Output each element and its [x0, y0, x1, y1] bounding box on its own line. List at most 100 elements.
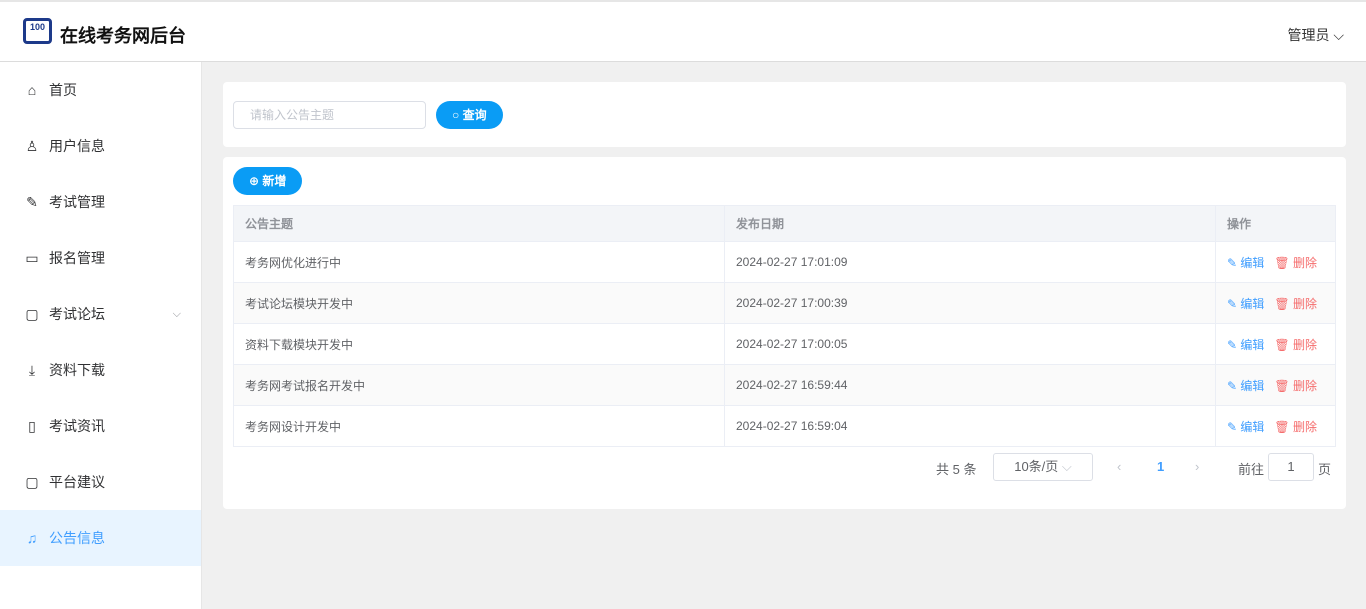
edit-icon: ✎	[1227, 255, 1238, 270]
header: 100 在线考务网后台 管理员 ⌵	[0, 0, 1366, 62]
sidebar-item[interactable]: ▯ 考试资讯	[0, 398, 201, 454]
trash-icon: 🗑	[1274, 296, 1290, 311]
table-row: 资料下载模块开发中 2024-02-27 17:00:05 ✎ 编辑 🗑 删除	[233, 323, 1336, 365]
edit-label: 编辑	[1240, 419, 1265, 434]
delete-label: 删除	[1293, 296, 1318, 311]
trash-icon: 🗑	[1274, 255, 1290, 270]
page-unit: 页	[1318, 462, 1332, 477]
delete-button[interactable]: 🗑 删除	[1274, 420, 1317, 434]
delete-button[interactable]: 🗑 删除	[1274, 297, 1317, 311]
next-page-button[interactable]: ›	[1195, 459, 1199, 474]
prev-page-button[interactable]: ‹	[1117, 459, 1121, 474]
logo-icon: 100	[23, 18, 52, 44]
edit-button[interactable]: ✎ 编辑	[1227, 256, 1264, 270]
edit-icon: ✎	[26, 193, 38, 210]
edit-button[interactable]: ✎ 编辑	[1227, 420, 1264, 434]
app-title: 在线考务网后台	[60, 26, 186, 46]
table-row: 考试论坛模块开发中 2024-02-27 17:00:39 ✎ 编辑 🗑 删除	[233, 282, 1336, 324]
current-page[interactable]: 1	[1157, 459, 1164, 474]
header-actions: 操作	[1215, 205, 1336, 242]
edit-label: 编辑	[1240, 337, 1265, 352]
trash-icon: 🗑	[1274, 419, 1290, 434]
card-icon: ▭	[25, 249, 39, 266]
edit-label: 编辑	[1240, 296, 1265, 311]
total-count: 共 5 条	[936, 462, 977, 477]
edit-button[interactable]: ✎ 编辑	[1227, 338, 1264, 352]
cell-actions: ✎ 编辑 🗑 删除	[1215, 364, 1336, 406]
user-name: 管理员	[1287, 27, 1330, 43]
sidebar-item-label: 平台建议	[49, 474, 105, 490]
cell-date: 2024-02-27 16:59:44	[724, 364, 1216, 406]
table-row: 考务网设计开发中 2024-02-27 16:59:04 ✎ 编辑 🗑 删除	[233, 405, 1336, 447]
sidebar-item[interactable]: ⤓ 资料下载	[0, 342, 201, 398]
goto-page-input[interactable]: 1	[1268, 453, 1314, 481]
sidebar-item-label: 首页	[49, 82, 77, 98]
table-row: 考务网优化进行中 2024-02-27 17:01:09 ✎ 编辑 🗑 删除	[233, 241, 1336, 283]
edit-icon: ✎	[1227, 296, 1238, 311]
cell-title: 考务网优化进行中	[233, 241, 725, 283]
sidebar-item-label: 考试论坛	[49, 306, 105, 322]
news-icon: ▯	[28, 417, 36, 434]
edit-label: 编辑	[1240, 378, 1265, 393]
cell-actions: ✎ 编辑 🗑 删除	[1215, 282, 1336, 324]
sidebar-item-label: 用户信息	[49, 138, 105, 154]
goto-label: 前往	[1238, 462, 1265, 477]
cell-actions: ✎ 编辑 🗑 删除	[1215, 241, 1336, 283]
edit-label: 编辑	[1240, 255, 1265, 270]
sidebar-item[interactable]: ♙ 用户信息	[0, 118, 201, 174]
chevron-down-icon: ⌵	[1061, 459, 1072, 474]
cell-date: 2024-02-27 17:01:09	[724, 241, 1216, 283]
add-button-label: 新增	[262, 174, 287, 188]
page-size-select[interactable]: 10条/页 ⌵	[993, 453, 1093, 481]
edit-button[interactable]: ✎ 编辑	[1227, 379, 1264, 393]
download-icon: ⤓	[28, 361, 36, 378]
cell-title: 考务网设计开发中	[233, 405, 725, 447]
delete-label: 删除	[1293, 255, 1318, 270]
search-card: 请输入公告主题 ○ 查询	[223, 82, 1346, 147]
plus-circle-icon: ⊕	[249, 174, 260, 188]
cell-date: 2024-02-27 17:00:05	[724, 323, 1216, 365]
add-button[interactable]: ⊕ 新增	[233, 167, 303, 195]
delete-button[interactable]: 🗑 删除	[1274, 256, 1317, 270]
cell-actions: ✎ 编辑 🗑 删除	[1215, 405, 1336, 447]
chevron-down-icon: ⌵	[172, 307, 181, 320]
user-icon: ♙	[25, 137, 39, 154]
sidebar-item[interactable]: ▭ 报名管理	[0, 230, 201, 286]
page-size-value: 10条/页	[1014, 459, 1059, 474]
sidebar-item[interactable]: ⌂ 首页	[0, 62, 201, 118]
delete-label: 删除	[1293, 378, 1318, 393]
cell-title: 考务网考试报名开发中	[233, 364, 725, 406]
edit-icon: ✎	[1227, 419, 1238, 434]
table-row: 考务网考试报名开发中 2024-02-27 16:59:44 ✎ 编辑 🗑 删除	[233, 364, 1336, 406]
chat-icon: ▢	[25, 305, 39, 322]
edit-button[interactable]: ✎ 编辑	[1227, 297, 1264, 311]
trash-icon: 🗑	[1274, 378, 1290, 393]
sidebar-item[interactable]: ✎ 考试管理	[0, 174, 201, 230]
edit-icon: ✎	[1227, 378, 1238, 393]
sidebar-item-label: 公告信息	[49, 530, 105, 546]
announcement-table: 公告主题 发布日期 操作 考务网优化进行中 2024-02-27 17:01:09…	[233, 205, 1336, 447]
sidebar-item-label: 报名管理	[49, 250, 105, 266]
sidebar-item-label: 资料下载	[49, 362, 105, 378]
delete-label: 删除	[1293, 337, 1318, 352]
cell-date: 2024-02-27 16:59:04	[724, 405, 1216, 447]
table-card: ⊕ 新增 公告主题 发布日期 操作 考务网优化进行中 2024-02-27 17:…	[223, 157, 1346, 509]
cell-title: 资料下载模块开发中	[233, 323, 725, 365]
sidebar: ⌂ 首页 ♙ 用户信息 ✎ 考试管理 ▭ 报名管理 ▢ 考试论坛 ⌵ ⤓ 资料下载 ▯ 考试资讯 ▢ 平台建议 ♫…	[0, 62, 202, 609]
delete-button[interactable]: 🗑 删除	[1274, 338, 1317, 352]
sidebar-item[interactable]: ▢ 考试论坛 ⌵	[0, 286, 201, 342]
sidebar-item-label: 考试管理	[49, 194, 105, 210]
delete-label: 删除	[1293, 419, 1318, 434]
search-button-label: 查询	[462, 108, 487, 122]
edit-icon: ✎	[1227, 337, 1238, 352]
sidebar-item[interactable]: ♫ 公告信息	[0, 510, 201, 566]
delete-button[interactable]: 🗑 删除	[1274, 379, 1317, 393]
bell-icon: ♫	[26, 530, 38, 546]
comment-icon: ▢	[25, 473, 39, 490]
user-menu[interactable]: 管理员 ⌵	[1287, 25, 1344, 45]
search-input[interactable]: 请输入公告主题	[233, 101, 426, 129]
search-icon: ○	[452, 108, 460, 122]
search-button[interactable]: ○ 查询	[436, 101, 503, 129]
sidebar-item[interactable]: ▢ 平台建议	[0, 454, 201, 510]
cell-actions: ✎ 编辑 🗑 删除	[1215, 323, 1336, 365]
